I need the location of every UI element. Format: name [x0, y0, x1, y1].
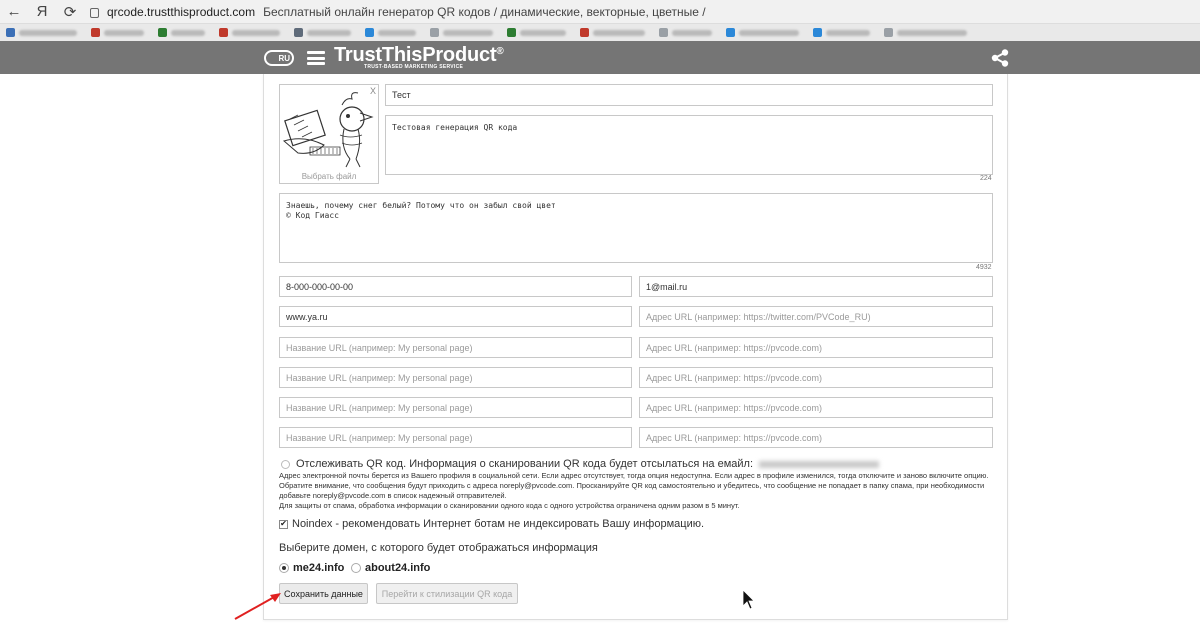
bookmark-item[interactable] [580, 28, 645, 37]
bookmark-item[interactable] [294, 28, 351, 37]
social-url-input[interactable]: Адрес URL (например: https://twitter.com… [639, 306, 993, 327]
browser-toolbar: ← Я ⟳ qrcode.trustthisproduct.com Беспла… [0, 0, 1200, 24]
sketch-image [282, 92, 374, 168]
domain-option-label: me24.info [293, 562, 345, 574]
domain-option-me24[interactable]: me24.info [279, 562, 344, 574]
image-upload[interactable]: X Выбрать файл [279, 84, 379, 184]
bookmark-label-blurred [739, 29, 799, 36]
bookmark-label-blurred [232, 29, 280, 36]
tracking-description: Адрес электронной почты берется из Вашег… [279, 471, 999, 511]
text-counter: 4932 [976, 264, 992, 271]
blurred-email [759, 460, 880, 468]
bookmark-item[interactable] [507, 28, 566, 37]
bookmark-item[interactable] [726, 28, 799, 37]
radio-about24[interactable] [351, 563, 361, 573]
bookmark-label-blurred [104, 29, 144, 36]
tracking-description-text: Адрес электронной почты берется из Вашег… [279, 471, 989, 500]
bookmark-favicon-icon [219, 28, 228, 37]
name-input[interactable]: Тест [385, 84, 993, 106]
back-icon[interactable]: ← [0, 3, 28, 20]
description-counter: 224 [980, 175, 992, 182]
link-name-input[interactable]: Название URL (например: My personal page… [279, 337, 632, 358]
noindex-checkbox[interactable]: ✔ [279, 519, 288, 529]
brand-tagline: TRUST-BASED MARKETING SERVICE [364, 64, 464, 70]
url-page-title: Бесплатный онлайн генератор QR кодов / д… [263, 4, 706, 19]
tracking-spam-note: Для защиты от спама, обработка информаци… [279, 501, 740, 510]
phone-input[interactable]: 8-000-000-00-00 [279, 276, 632, 297]
bookmark-label-blurred [19, 29, 77, 36]
bookmark-favicon-icon [813, 28, 822, 37]
bookmark-favicon-icon [580, 28, 589, 37]
bookmark-label-blurred [593, 29, 645, 36]
tracking-option[interactable]: Отслеживать QR код. Информация о сканиро… [281, 458, 880, 470]
bookmark-item[interactable] [365, 28, 416, 37]
tracking-label: Отслеживать QR код. Информация о сканиро… [296, 458, 754, 470]
language-label: RU [278, 53, 290, 63]
reload-icon[interactable]: ⟳ [56, 3, 84, 21]
bookmark-item[interactable] [430, 28, 493, 37]
bookmark-item[interactable] [6, 28, 77, 37]
radio-me24[interactable] [279, 563, 289, 573]
bookmark-label-blurred [171, 29, 205, 36]
share-icon[interactable] [990, 49, 1010, 67]
save-button[interactable]: Сохранить данные [279, 583, 368, 604]
bookmark-item[interactable] [659, 28, 712, 37]
bookmark-item[interactable] [813, 28, 870, 37]
link-name-input[interactable]: Название URL (например: My personal page… [279, 367, 632, 388]
brand-name: TrustThisProduct [334, 44, 497, 66]
tracking-toggle[interactable] [281, 459, 290, 469]
lock-icon [90, 7, 99, 18]
bookmark-label-blurred [378, 29, 416, 36]
bookmark-label-blurred [897, 29, 967, 36]
bookmark-label-blurred [520, 29, 566, 36]
domain-option-about24[interactable]: about24.info [351, 562, 430, 574]
yandex-button[interactable]: Я [28, 3, 56, 20]
link-name-input[interactable]: Название URL (например: My personal page… [279, 397, 632, 418]
url-domain: qrcode.trustthisproduct.com [107, 4, 256, 19]
noindex-label: Noindex - рекомендовать Интернет ботам н… [292, 518, 705, 530]
website-input[interactable]: www.ya.ru [279, 306, 632, 327]
link-url-input[interactable]: Адрес URL (например: https://pvcode.com) [639, 367, 993, 388]
link-url-input[interactable]: Адрес URL (например: https://pvcode.com) [639, 337, 993, 358]
bookmark-item[interactable] [91, 28, 144, 37]
styling-button[interactable]: Перейти к стилизации QR кода [376, 583, 518, 604]
bookmark-favicon-icon [884, 28, 893, 37]
bookmarks-bar [0, 24, 1200, 41]
remove-image-icon[interactable]: X [370, 86, 376, 96]
link-name-input[interactable]: Название URL (например: My personal page… [279, 427, 632, 448]
globe-icon[interactable]: RU [264, 50, 294, 66]
bookmark-favicon-icon [659, 28, 668, 37]
bookmark-favicon-icon [294, 28, 303, 37]
description-textarea[interactable]: Тестовая генерация QR кода [385, 115, 993, 175]
bookmark-label-blurred [443, 29, 493, 36]
site-header [0, 41, 1200, 74]
email-input[interactable]: 1@mail.ru [639, 276, 993, 297]
hamburger-icon[interactable] [307, 51, 325, 65]
bookmark-item[interactable] [158, 28, 205, 37]
bookmark-label-blurred [826, 29, 870, 36]
bookmark-favicon-icon [158, 28, 167, 37]
bookmark-favicon-icon [91, 28, 100, 37]
bookmark-favicon-icon [6, 28, 15, 37]
choose-file-button[interactable]: Выбрать файл [280, 172, 378, 181]
link-url-input[interactable]: Адрес URL (например: https://pvcode.com) [639, 427, 993, 448]
brand-mark: ® [496, 46, 504, 57]
bookmark-item[interactable] [219, 28, 280, 37]
text-textarea[interactable]: Знаешь, почему снег белый? Потому что он… [279, 193, 993, 263]
bookmark-favicon-icon [507, 28, 516, 37]
bookmark-label-blurred [672, 29, 712, 36]
domain-option-label: about24.info [365, 562, 431, 574]
bookmark-item[interactable] [884, 28, 967, 37]
bookmark-favicon-icon [726, 28, 735, 37]
bookmark-favicon-icon [365, 28, 374, 37]
bookmark-favicon-icon [430, 28, 439, 37]
address-bar[interactable]: qrcode.trustthisproduct.com Бесплатный о… [90, 3, 706, 21]
noindex-option[interactable]: ✔ Noindex - рекомендовать Интернет ботам… [279, 518, 704, 530]
link-url-input[interactable]: Адрес URL (например: https://pvcode.com) [639, 397, 993, 418]
domain-label: Выберите домен, с которого будет отображ… [279, 542, 598, 554]
bookmark-label-blurred [307, 29, 351, 36]
